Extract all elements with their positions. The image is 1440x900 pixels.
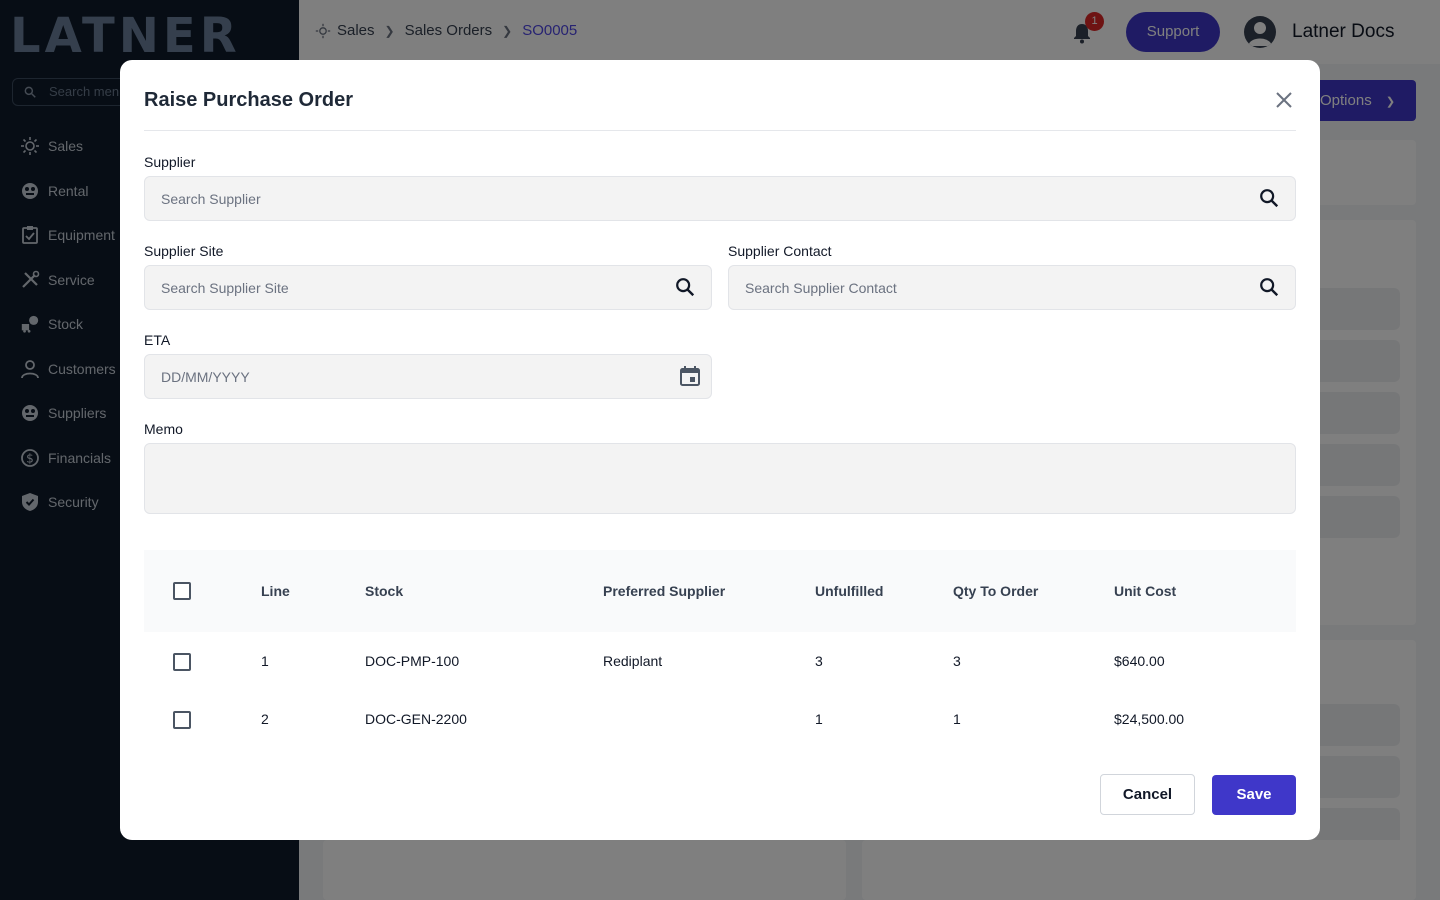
cell-qty-to-order[interactable]: 1 bbox=[953, 711, 961, 727]
column-header-line: Line bbox=[261, 583, 290, 599]
memo-label: Memo bbox=[144, 421, 183, 437]
modal-divider bbox=[144, 130, 1296, 131]
search-icon[interactable] bbox=[1258, 187, 1280, 209]
cell-qty-to-order[interactable]: 3 bbox=[953, 653, 961, 669]
memo-textarea[interactable] bbox=[144, 443, 1296, 514]
table-header: Line Stock Preferred Supplier Unfulfille… bbox=[144, 550, 1296, 632]
cell-stock: DOC-GEN-2200 bbox=[365, 711, 467, 727]
select-all-checkbox[interactable] bbox=[173, 582, 191, 600]
calendar-icon[interactable] bbox=[679, 365, 701, 387]
cell-unfulfilled: 3 bbox=[815, 653, 823, 669]
cell-unfulfilled: 1 bbox=[815, 711, 823, 727]
cell-stock: DOC-PMP-100 bbox=[365, 653, 460, 669]
column-header-preferred-supplier: Preferred Supplier bbox=[603, 583, 726, 599]
cell-line: 2 bbox=[261, 711, 269, 727]
eta-label: ETA bbox=[144, 332, 171, 348]
column-header-unfulfilled: Unfulfilled bbox=[815, 583, 884, 599]
row-checkbox[interactable] bbox=[173, 653, 191, 671]
table-row[interactable]: 1 DOC-PMP-100 Rediplant 3 3 $640.00 bbox=[144, 632, 1296, 690]
cell-unit-cost[interactable]: $24,500.00 bbox=[1114, 711, 1184, 727]
column-header-unit-cost: Unit Cost bbox=[1114, 583, 1177, 599]
supplier-contact-search-input[interactable] bbox=[728, 265, 1296, 310]
cell-preferred-supplier: Rediplant bbox=[603, 653, 663, 669]
supplier-contact-label: Supplier Contact bbox=[728, 243, 832, 259]
close-icon[interactable] bbox=[1274, 90, 1294, 110]
column-header-qty-to-order: Qty To Order bbox=[953, 583, 1039, 599]
search-icon[interactable] bbox=[674, 276, 696, 298]
table-row[interactable]: 2 DOC-GEN-2200 1 1 $24,500.00 bbox=[144, 690, 1296, 748]
supplier-search-input[interactable] bbox=[144, 176, 1296, 221]
cancel-button[interactable]: Cancel bbox=[1100, 774, 1195, 815]
search-icon[interactable] bbox=[1258, 276, 1280, 298]
supplier-site-search-input[interactable] bbox=[144, 265, 712, 310]
eta-date-input[interactable] bbox=[144, 354, 712, 399]
cell-line: 1 bbox=[261, 653, 269, 669]
row-checkbox[interactable] bbox=[173, 711, 191, 729]
supplier-site-label: Supplier Site bbox=[144, 243, 224, 259]
supplier-label: Supplier bbox=[144, 154, 196, 170]
save-button[interactable]: Save bbox=[1212, 775, 1296, 815]
raise-purchase-order-dialog: Raise Purchase Order Supplier Supplier S… bbox=[120, 60, 1320, 840]
column-header-stock: Stock bbox=[365, 583, 404, 599]
cell-unit-cost[interactable]: $640.00 bbox=[1114, 653, 1165, 669]
modal-title: Raise Purchase Order bbox=[144, 89, 353, 111]
